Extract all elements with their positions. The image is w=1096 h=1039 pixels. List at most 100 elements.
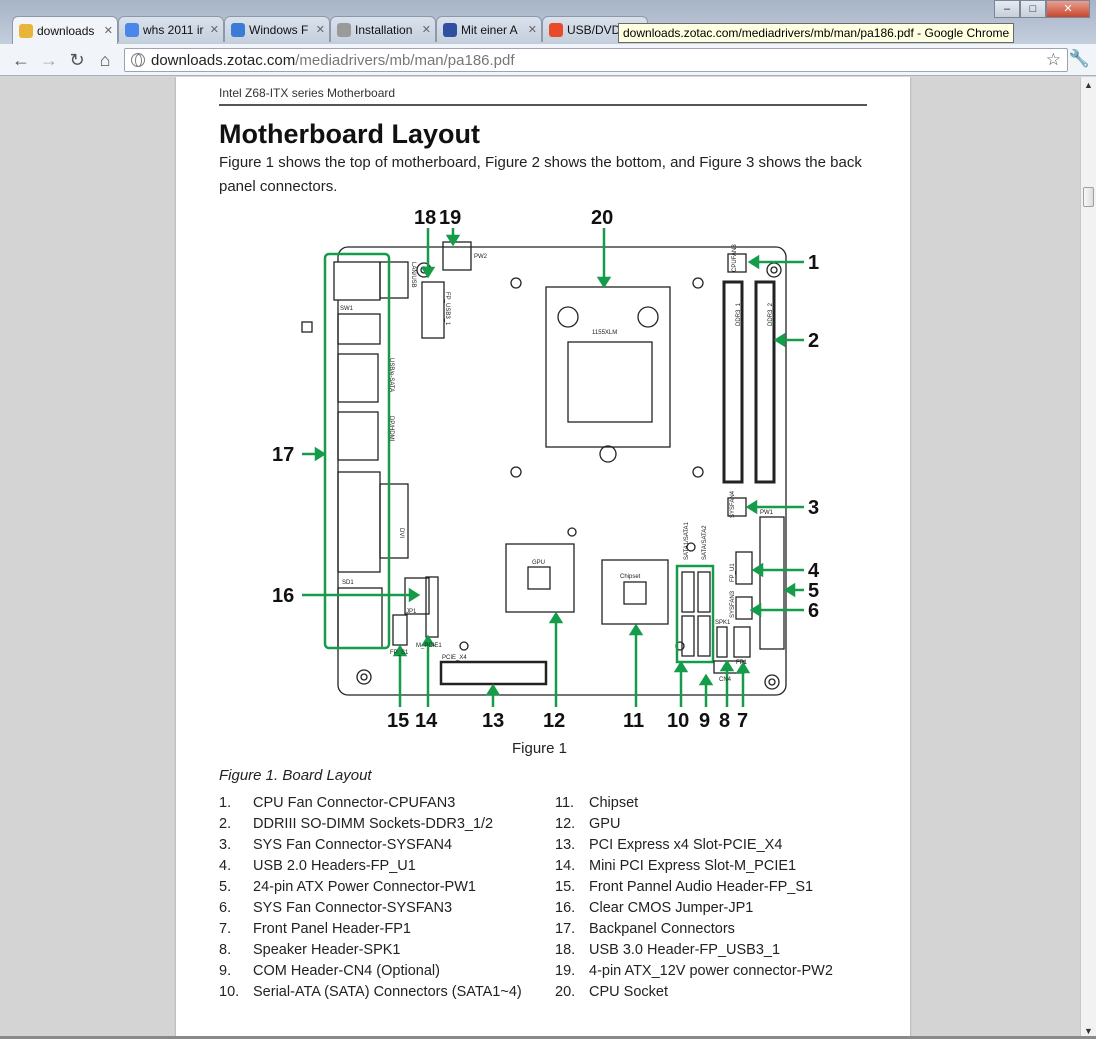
- legend-text: 4-pin ATX_12V power connector-PW2: [589, 963, 833, 979]
- legend-item: 5. 24-pin ATX Power Connector-PW1: [219, 879, 522, 900]
- callout-19: 19: [439, 207, 461, 229]
- legend-item: 14. Mini PCI Express Slot-M_PCIE1: [555, 858, 833, 879]
- label-sata1: SATA1/SATA1: [684, 521, 690, 560]
- legend-text: 24-pin ATX Power Connector-PW1: [253, 879, 476, 895]
- legend-text: USB 3.0 Header-FP_USB3_1: [589, 942, 781, 958]
- callout-5: 5: [808, 580, 819, 602]
- scroll-down-icon[interactable]: ▼: [1084, 1026, 1093, 1036]
- legend-right-column: 11. Chipset 12. GPU 13. PCI Express x4 Slot-P…: [555, 795, 833, 1005]
- legend-text: PCI Express x4 Slot-PCIE_X4: [589, 837, 783, 853]
- legend-number: 13.: [555, 837, 576, 853]
- label-pw2: PW2: [474, 254, 488, 260]
- legend-number: 12.: [555, 816, 576, 832]
- legend-number: 19.: [555, 963, 576, 979]
- callout-6: 6: [808, 600, 819, 622]
- legend-text: Serial-ATA (SATA) Connectors (SATA1~4): [253, 984, 522, 1000]
- legend-item: 9. COM Header-CN4 (Optional): [219, 963, 522, 984]
- legend-item: 6. SYS Fan Connector-SYSFAN3: [219, 900, 522, 921]
- pdf-page: Intel Z68-ITX series Motherboard Motherb…: [176, 77, 910, 1037]
- label-lan: LAN/USB: [410, 262, 416, 288]
- legend-text: GPU: [589, 816, 621, 832]
- tab-title: downloads: [37, 23, 95, 38]
- callout-1: 1: [808, 252, 819, 274]
- callout-12: 12: [543, 710, 565, 732]
- legend-item: 8. Speaker Header-SPK1: [219, 942, 522, 963]
- tab-favicon-icon: [125, 22, 139, 37]
- label-sysfan3: SYSFAN3: [730, 590, 736, 618]
- tab-favicon-icon: [19, 23, 33, 38]
- label-pw1: PW1: [760, 510, 774, 516]
- label-sw: SW1: [340, 306, 354, 312]
- legend-number: 10.: [219, 984, 240, 1000]
- legend-text: CPU Socket: [589, 984, 668, 1000]
- home-icon[interactable]: ⌂: [94, 50, 116, 72]
- callout-20: 20: [591, 207, 613, 229]
- callout-2: 2: [808, 330, 819, 352]
- legend-number: 15.: [555, 879, 576, 895]
- label-fpusb3: FP_USB3_1: [444, 292, 450, 326]
- browser-tab[interactable]: Installation ✕: [330, 16, 436, 42]
- legend-number: 14.: [555, 858, 576, 874]
- callout-15: 15: [387, 710, 409, 732]
- browser-tab[interactable]: whs 2011 ir ✕: [118, 16, 224, 42]
- close-tab-icon[interactable]: ✕: [528, 23, 537, 36]
- close-tab-icon[interactable]: ✕: [422, 23, 431, 36]
- vertical-scrollbar[interactable]: ▲ ▼: [1080, 77, 1096, 1039]
- maximize-button[interactable]: □: [1020, 0, 1046, 18]
- callout-16: 16: [272, 585, 294, 607]
- callout-4: 4: [808, 560, 820, 582]
- label-spk: SPK1: [715, 620, 731, 626]
- label-dp: DP/HDMI: [388, 416, 394, 442]
- callout-14: 14: [415, 710, 438, 732]
- callout-8: 8: [719, 710, 730, 732]
- tab-title: whs 2011 ir: [143, 22, 204, 37]
- browser-tab[interactable]: Windows F ✕: [224, 16, 330, 42]
- browser-tab[interactable]: Mit einer A ✕: [436, 16, 542, 42]
- close-tab-icon[interactable]: ✕: [210, 23, 219, 36]
- globe-icon: [131, 53, 145, 67]
- intro-paragraph: Figure 1 shows the top of motherboard, F…: [219, 154, 862, 195]
- forward-arrow-icon[interactable]: →: [38, 50, 60, 72]
- figure-title: Figure 1. Board Layout: [219, 767, 372, 784]
- motherboard-diagram: 1 2 3 4 5 6 7 8 9 10 11 12 13 14 15 16 1…: [272, 207, 820, 732]
- legend-number: 8.: [219, 942, 232, 958]
- label-chipset: Chipset: [620, 574, 641, 580]
- legend-item: 3. SYS Fan Connector-SYSFAN4: [219, 837, 522, 858]
- legend-number: 20.: [555, 984, 576, 1000]
- close-tab-icon[interactable]: ✕: [316, 23, 325, 36]
- legend-item: 1. CPU Fan Connector-CPUFAN3: [219, 795, 522, 816]
- callout-13: 13: [482, 710, 504, 732]
- callout-11: 11: [623, 710, 644, 732]
- browser-tab[interactable]: downloads ✕: [12, 16, 118, 44]
- label-ddr1: DDR3_1: [736, 302, 742, 326]
- address-bar[interactable]: downloads.zotac.com/mediadrivers/mb/man/…: [124, 48, 1068, 72]
- minimize-button[interactable]: –: [994, 0, 1020, 18]
- tab-favicon-icon: [231, 22, 245, 37]
- running-head: Intel Z68-ITX series Motherboard: [219, 86, 396, 100]
- legend-number: 17.: [555, 921, 576, 937]
- tab-favicon-icon: [337, 22, 351, 37]
- label-socket: 1155XLM: [592, 330, 617, 336]
- label-pcie: PCIE_X4: [442, 655, 467, 661]
- reload-icon[interactable]: ↻: [66, 50, 88, 72]
- legend-item: 17. Backpanel Connectors: [555, 921, 833, 942]
- close-window-button[interactable]: ✕: [1046, 0, 1090, 18]
- legend-number: 11.: [555, 795, 575, 811]
- wrench-icon[interactable]: 🔧: [1069, 49, 1090, 69]
- tab-favicon-icon: [443, 22, 457, 37]
- legend-item: 16. Clear CMOS Jumper-JP1: [555, 900, 833, 921]
- legend-text: CPU Fan Connector-CPUFAN3: [253, 795, 456, 811]
- label-usb-esata: USB/e-SATA: [388, 358, 394, 392]
- callout-3: 3: [808, 497, 819, 519]
- legend-text: COM Header-CN4 (Optional): [253, 963, 440, 979]
- browser-toolbar: ← → ↻ ⌂ downloads.zotac.com/mediadrivers…: [0, 44, 1096, 76]
- callout-9: 9: [699, 710, 710, 732]
- legend-item: 20. CPU Socket: [555, 984, 833, 1005]
- legend-item: 18. USB 3.0 Header-FP_USB3_1: [555, 942, 833, 963]
- legend-text: SYS Fan Connector-SYSFAN4: [253, 837, 453, 853]
- back-arrow-icon[interactable]: ←: [10, 50, 32, 72]
- scrollbar-thumb[interactable]: [1083, 187, 1094, 207]
- bookmark-star-icon[interactable]: ☆: [1046, 50, 1061, 70]
- close-tab-icon[interactable]: ✕: [104, 24, 113, 37]
- scroll-up-icon[interactable]: ▲: [1084, 80, 1093, 90]
